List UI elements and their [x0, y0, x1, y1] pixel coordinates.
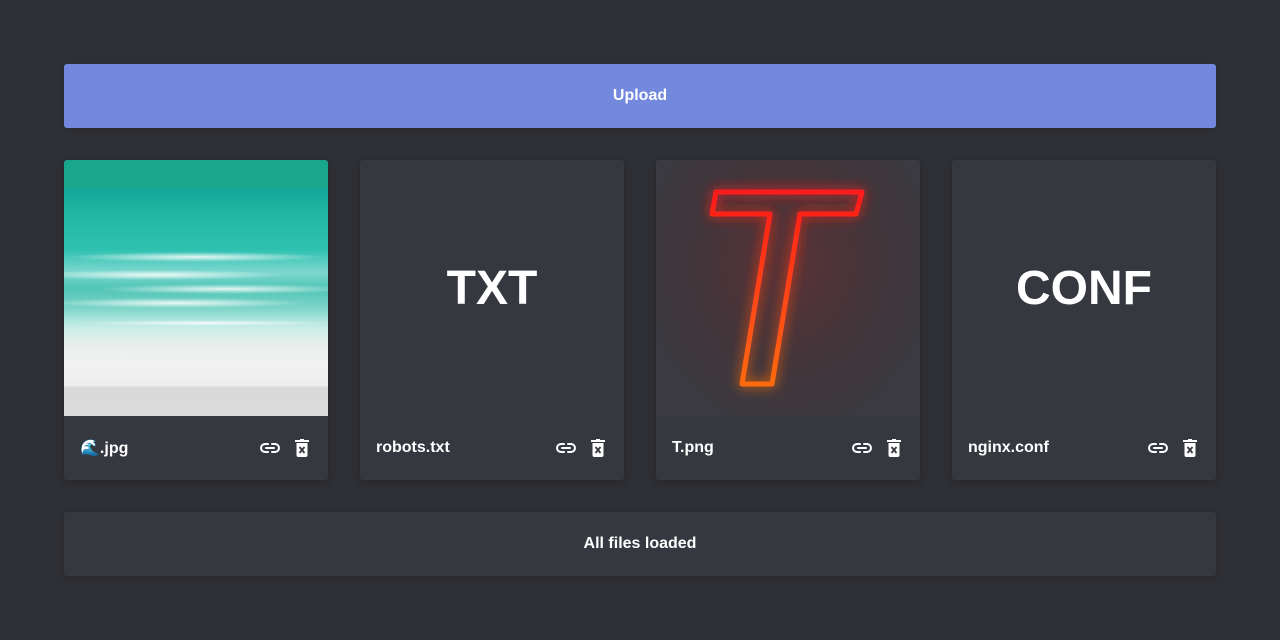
file-name: T.png [672, 439, 714, 456]
card-actions [852, 438, 904, 458]
delete-icon[interactable] [292, 438, 312, 458]
image-preview [64, 160, 328, 416]
delete-icon[interactable] [884, 438, 904, 458]
card-footer: 🌊.jpg [64, 416, 328, 480]
link-icon[interactable] [1148, 438, 1168, 458]
file-type-label: TXT [446, 261, 538, 315]
file-name: 🌊.jpg [80, 440, 129, 457]
file-card[interactable]: T.png [656, 160, 920, 480]
delete-icon[interactable] [588, 438, 608, 458]
file-name: robots.txt [376, 439, 450, 456]
delete-icon[interactable] [1180, 438, 1200, 458]
file-card[interactable]: CONF nginx.conf [952, 160, 1216, 480]
text-preview: TXT [360, 160, 624, 416]
image-preview [656, 160, 920, 416]
file-type-label: CONF [1016, 261, 1152, 315]
app: Upload 🌊.jpg TXT robots.txt T.png CONF n… [64, 64, 1216, 576]
link-icon[interactable] [852, 438, 872, 458]
upload-button[interactable]: Upload [64, 64, 1216, 128]
card-actions [1148, 438, 1200, 458]
link-icon[interactable] [556, 438, 576, 458]
card-actions [556, 438, 608, 458]
card-footer: robots.txt [360, 416, 624, 480]
card-actions [260, 438, 312, 458]
card-footer: nginx.conf [952, 416, 1216, 480]
card-footer: T.png [656, 416, 920, 480]
file-name: nginx.conf [968, 439, 1049, 456]
upload-label: Upload [612, 87, 668, 104]
file-grid: 🌊.jpg TXT robots.txt T.png CONF nginx.co… [64, 160, 1216, 480]
file-card[interactable]: 🌊.jpg [64, 160, 328, 480]
text-preview: CONF [952, 160, 1216, 416]
file-card[interactable]: TXT robots.txt [360, 160, 624, 480]
link-icon[interactable] [260, 438, 280, 458]
status-bar: All files loaded [64, 512, 1216, 576]
neon-t-image [709, 189, 865, 387]
status-text: All files loaded [583, 535, 697, 552]
